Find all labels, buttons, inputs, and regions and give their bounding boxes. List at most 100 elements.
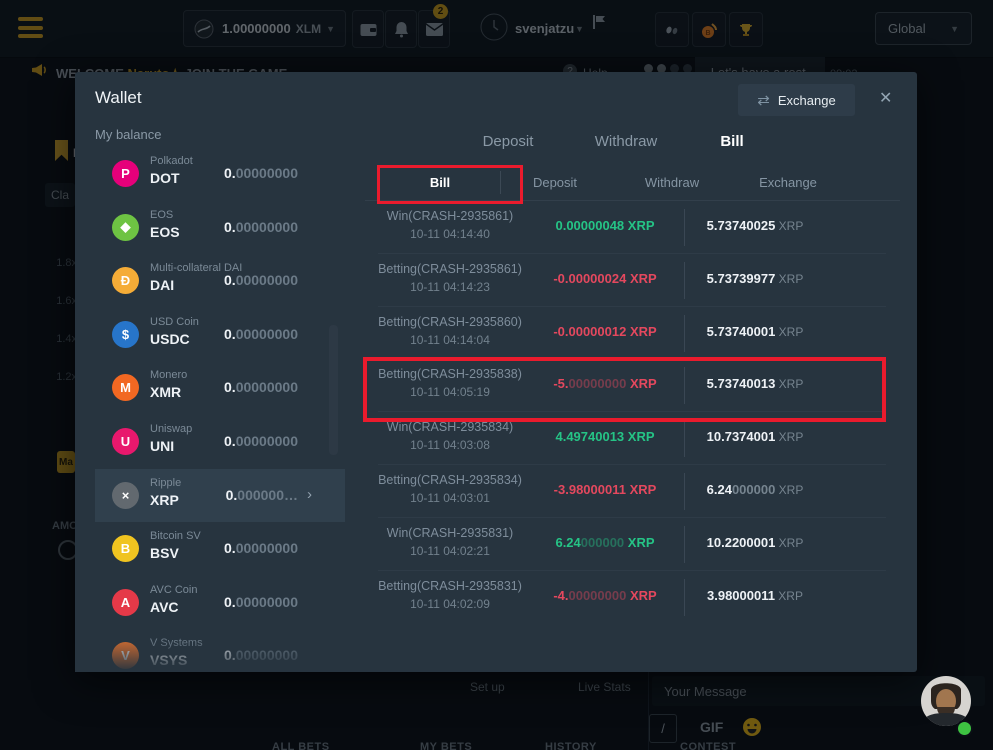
transaction-balance: 5.73740025 XRP [690, 218, 820, 233]
exchange-button[interactable]: ⇄ Exchange [738, 84, 855, 116]
coin-list-item[interactable]: V V Systems VSYS 0.00000000 [95, 629, 345, 672]
filter-bill[interactable]: Bill [430, 175, 450, 190]
chevron-right-icon: › [307, 486, 312, 503]
tab-deposit[interactable]: Deposit [483, 133, 534, 150]
transaction-name: Betting(CRASH-2935838) [365, 367, 535, 381]
transaction-balance: 10.2200001 XRP [690, 535, 820, 550]
close-icon[interactable]: ✕ [879, 88, 892, 108]
transaction-label: Betting(CRASH-2935831) 10-11 04:02:09 [365, 579, 535, 611]
transaction-name: Betting(CRASH-2935831) [365, 579, 535, 593]
coin-list-item[interactable]: P Polkadot DOT 0.00000000 [95, 147, 345, 201]
transaction-datetime: 10-11 04:03:01 [365, 491, 535, 505]
transaction-amount: -4.00000000 XRP [535, 588, 675, 603]
transaction-amount: 6.24000000 XRP [535, 535, 675, 550]
coin-symbol: UNI [150, 438, 174, 454]
coin-name: AVC Coin [150, 584, 197, 596]
coin-name: Monero [150, 369, 187, 381]
row-divider [684, 420, 685, 457]
transaction-label: Betting(CRASH-2935834) 10-11 04:03:01 [365, 473, 535, 505]
coin-balance: 0.00000000 [224, 594, 298, 610]
transaction-datetime: 10-11 04:14:04 [365, 333, 535, 347]
coin-icon: V [112, 642, 139, 669]
transaction-label: Win(CRASH-2935861) 10-11 04:14:40 [365, 209, 535, 241]
transaction-balance: 10.7374001 XRP [690, 429, 820, 444]
transaction-datetime: 10-11 04:02:21 [365, 544, 535, 558]
coin-icon: B [112, 535, 139, 562]
transaction-label: Betting(CRASH-2935838) 10-11 04:05:19 [365, 367, 535, 399]
wallet-modal: Wallet ⇄ Exchange ✕ My balance P Polkado… [75, 72, 917, 672]
coin-balance: 0.000000… [226, 487, 298, 503]
transaction-amount: -0.00000024 XRP [535, 271, 675, 286]
coin-list: P Polkadot DOT 0.00000000 ◆ EOS EOS 0.00… [95, 147, 345, 672]
row-divider [684, 209, 685, 246]
my-balance-label: My balance [95, 127, 161, 142]
coin-list-item[interactable]: ◆ EOS EOS 0.00000000 [95, 201, 345, 255]
transaction-balance: 6.24000000 XRP [690, 482, 820, 497]
transaction-balance: 5.73740001 XRP [690, 324, 820, 339]
transaction-balance: 5.73740013 XRP [690, 376, 820, 391]
coin-symbol: VSYS [150, 652, 187, 668]
coin-balance: 0.00000000 [224, 540, 298, 556]
row-divider [684, 473, 685, 510]
coin-list-item[interactable]: A AVC Coin AVC 0.00000000 [95, 576, 345, 630]
coin-list-scrollbar[interactable] [329, 325, 338, 455]
coin-list-item[interactable]: $ USD Coin USDC 0.00000000 [95, 308, 345, 362]
row-divider [684, 367, 685, 404]
coin-balance: 0.00000000 [224, 326, 298, 342]
transaction-amount: 4.49740013 XRP [535, 429, 675, 444]
coin-list-item[interactable]: M Monero XMR 0.00000000 [95, 361, 345, 415]
transaction-label: Win(CRASH-2935834) 10-11 04:03:08 [365, 420, 535, 452]
bill-row: Betting(CRASH-2935838) 10-11 04:05:19 -5… [365, 359, 900, 412]
coin-list-item[interactable]: U Uniswap UNI 0.00000000 [95, 415, 345, 469]
row-divider [684, 262, 685, 299]
chat-user-avatar[interactable] [921, 676, 971, 726]
transaction-label: Win(CRASH-2935831) 10-11 04:02:21 [365, 526, 535, 558]
coin-balance: 0.00000000 [224, 647, 298, 663]
transaction-datetime: 10-11 04:03:08 [365, 438, 535, 452]
bill-row: Win(CRASH-2935861) 10-11 04:14:40 0.0000… [365, 201, 900, 254]
coin-balance: 0.00000000 [224, 165, 298, 181]
coin-symbol: AVC [150, 599, 179, 615]
coin-symbol: XMR [150, 384, 181, 400]
transaction-amount: -3.98000011 XRP [535, 482, 675, 497]
tab-withdraw[interactable]: Withdraw [595, 133, 658, 150]
transaction-label: Betting(CRASH-2935860) 10-11 04:14:04 [365, 315, 535, 347]
coin-symbol: DAI [150, 277, 174, 293]
bill-row: Betting(CRASH-2935860) 10-11 04:14:04 -0… [365, 307, 900, 360]
app: 1.00000000 XLM ▼ 2 svenjatzu ▼ B G [0, 0, 993, 750]
bill-table-body: Win(CRASH-2935861) 10-11 04:14:40 0.0000… [365, 201, 900, 623]
tab-bill[interactable]: Bill [720, 133, 743, 150]
transaction-amount: 0.00000048 XRP [535, 218, 675, 233]
row-divider [684, 315, 685, 352]
filter-withdraw[interactable]: Withdraw [645, 175, 699, 190]
coin-name: Bitcoin SV [150, 530, 201, 542]
online-status-dot [956, 720, 973, 737]
coin-list-item[interactable]: Ð Multi-collateral DAI DAI 0.00000000 [95, 254, 345, 308]
coin-name: Uniswap [150, 423, 192, 435]
transaction-balance: 3.98000011 XRP [690, 588, 820, 603]
coin-balance: 0.00000000 [224, 433, 298, 449]
coin-symbol: XRP [150, 492, 179, 508]
coin-balance: 0.00000000 [224, 272, 298, 288]
coin-icon: $ [112, 321, 139, 348]
bill-row: Betting(CRASH-2935861) 10-11 04:14:23 -0… [365, 254, 900, 307]
coin-icon: × [112, 482, 139, 509]
transaction-name: Win(CRASH-2935834) [365, 420, 535, 434]
coin-icon: P [112, 160, 139, 187]
transaction-amount: -5.00000000 XRP [535, 376, 675, 391]
coin-balance: 0.00000000 [224, 379, 298, 395]
filter-exchange[interactable]: Exchange [759, 175, 817, 190]
transaction-datetime: 10-11 04:14:23 [365, 280, 535, 294]
coin-list-item[interactable]: B Bitcoin SV BSV 0.00000000 [95, 522, 345, 576]
coin-icon: M [112, 374, 139, 401]
transaction-datetime: 10-11 04:05:19 [365, 385, 535, 399]
coin-name: Polkadot [150, 155, 193, 167]
transaction-name: Betting(CRASH-2935861) [365, 262, 535, 276]
coin-name: V Systems [150, 637, 203, 649]
bill-row: Betting(CRASH-2935834) 10-11 04:03:01 -3… [365, 465, 900, 518]
coin-balance: 0.00000000 [224, 219, 298, 235]
coin-list-item[interactable]: × Ripple XRP 0.000000… › [95, 469, 345, 523]
column-divider [500, 171, 501, 194]
filter-deposit[interactable]: Deposit [533, 175, 577, 190]
bill-row: Betting(CRASH-2935831) 10-11 04:02:09 -4… [365, 571, 900, 624]
